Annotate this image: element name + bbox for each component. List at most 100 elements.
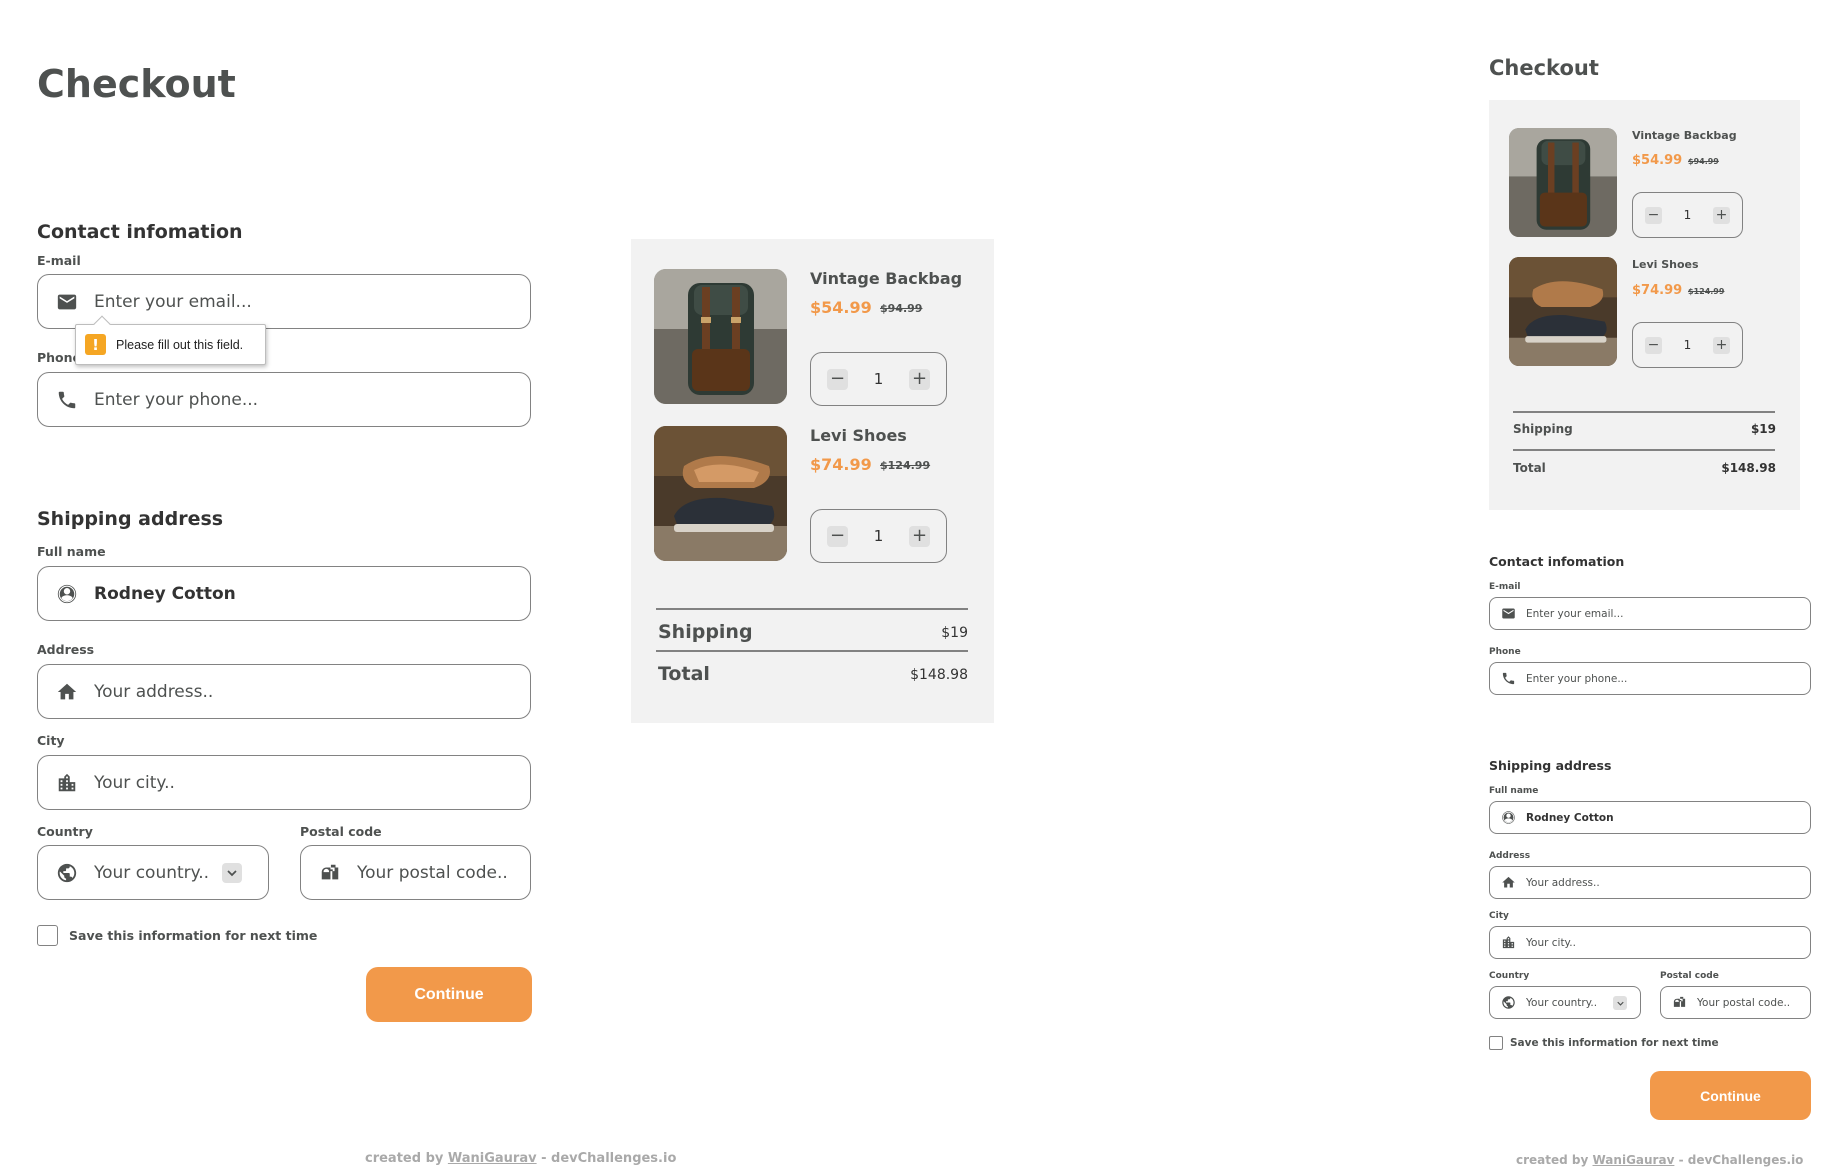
fullname-field-mobile[interactable]: Rodney Cotton: [1489, 801, 1811, 834]
item-price: $74.99: [810, 455, 872, 474]
country-label: Country: [37, 824, 93, 839]
minus-icon[interactable]: −: [1645, 336, 1662, 354]
chevron-down-icon[interactable]: [222, 863, 242, 883]
footer-credit-mobile: created by WaniGaurav - devChallenges.io: [1516, 1153, 1803, 1167]
total-label: Total: [658, 663, 710, 685]
validation-message: Please fill out this field.: [116, 337, 244, 352]
address-label: Address: [1489, 851, 1531, 861]
city-field[interactable]: Your city..: [37, 755, 531, 810]
item-name: Vintage Backbag: [810, 269, 963, 288]
email-label: E-mail: [37, 253, 81, 268]
total-value: $148.98: [910, 667, 968, 683]
quantity-value: 1: [1683, 208, 1692, 222]
item-price: $74.99: [1632, 283, 1683, 298]
email-field-mobile[interactable]: Enter your email...: [1489, 597, 1811, 630]
continue-button[interactable]: Continue: [366, 967, 532, 1022]
divider: [656, 650, 968, 652]
country-select[interactable]: Your country..: [37, 845, 269, 900]
account-circle-icon: [1501, 810, 1516, 825]
total-label: Total: [1513, 461, 1546, 475]
item-old-price: $94.99: [880, 302, 923, 315]
city-placeholder: Your city..: [1526, 936, 1576, 949]
minus-icon[interactable]: −: [827, 368, 848, 390]
total-value: $148.98: [1721, 461, 1776, 475]
quantity-value: 1: [873, 527, 884, 545]
item-price: $54.99: [1632, 153, 1683, 168]
country-placeholder: Your country..: [1526, 996, 1598, 1009]
warning-icon: !: [85, 334, 106, 355]
credit-prefix: created by: [1516, 1153, 1593, 1167]
shipping-value: $19: [941, 625, 968, 641]
mailbox-icon: [319, 862, 341, 884]
globe-icon: [1501, 995, 1516, 1010]
divider: [656, 608, 968, 610]
mail-icon: [56, 291, 78, 313]
minus-icon[interactable]: −: [827, 525, 848, 547]
quantity-stepper: − 1 +: [1632, 192, 1743, 238]
email-field[interactable]: Enter your email...: [37, 274, 531, 329]
postal-code-field[interactable]: Your postal code..: [300, 845, 531, 900]
save-info-checkbox[interactable]: [37, 925, 58, 946]
address-field-mobile[interactable]: Your address..: [1489, 866, 1811, 899]
phone-icon: [56, 389, 78, 411]
globe-icon: [56, 862, 78, 884]
quantity-value: 1: [1683, 338, 1692, 352]
validation-tooltip: ! Please fill out this field.: [75, 315, 266, 365]
credit-suffix: - devChallenges.io: [1674, 1153, 1804, 1167]
fullname-field[interactable]: Rodney Cotton: [37, 566, 531, 621]
city-field-mobile[interactable]: Your city..: [1489, 926, 1811, 959]
quantity-stepper: − 1 +: [1632, 322, 1743, 368]
shipping-label: Shipping: [1513, 422, 1573, 436]
plus-icon[interactable]: +: [908, 525, 930, 547]
plus-icon[interactable]: +: [1712, 336, 1730, 354]
page-title-mobile: Checkout: [1489, 56, 1599, 80]
plus-icon[interactable]: +: [908, 368, 930, 390]
mailbox-icon: [1672, 995, 1687, 1010]
cart-summary-mobile: Vintage Backbag $54.99 $94.99 − 1 + Levi…: [1489, 100, 1800, 510]
postal-code-field-mobile[interactable]: Your postal code..: [1660, 986, 1811, 1019]
credit-prefix: created by: [365, 1151, 448, 1166]
item-name: Levi Shoes: [1632, 258, 1699, 271]
location-city-icon: [56, 772, 78, 794]
cart-summary: Vintage Backbag $54.99 $94.99 − 1 + Levi…: [631, 239, 994, 723]
shipping-label: Shipping: [658, 621, 753, 643]
address-placeholder: Your address..: [94, 681, 214, 702]
quantity-stepper: − 1 +: [810, 509, 947, 563]
home-icon: [1501, 875, 1516, 890]
phone-field-mobile[interactable]: Enter your phone...: [1489, 662, 1811, 695]
address-placeholder: Your address..: [1526, 876, 1600, 889]
phone-icon: [1501, 671, 1516, 686]
phone-field[interactable]: Enter your phone...: [37, 372, 531, 427]
shoes-image: [654, 426, 787, 561]
country-select-mobile[interactable]: Your country..: [1489, 986, 1641, 1019]
minus-icon[interactable]: −: [1645, 206, 1662, 224]
phone-placeholder: Enter your phone...: [1526, 672, 1628, 685]
backpack-image: [654, 269, 787, 404]
postal-placeholder: Your postal code..: [1697, 996, 1791, 1009]
country-label: Country: [1489, 971, 1530, 981]
item-old-price: $94.99: [1688, 157, 1719, 166]
contact-heading-mobile: Contact infomation: [1489, 554, 1625, 569]
author-link[interactable]: WaniGaurav: [448, 1151, 537, 1166]
quantity-value: 1: [873, 370, 884, 388]
country-placeholder: Your country..: [94, 862, 210, 883]
chevron-down-icon[interactable]: [1613, 996, 1627, 1010]
save-info-checkbox-mobile[interactable]: [1489, 1036, 1503, 1050]
credit-suffix: - devChallenges.io: [536, 1151, 677, 1166]
phone-placeholder: Enter your phone...: [94, 389, 259, 410]
item-old-price: $124.99: [1688, 287, 1725, 296]
location-city-icon: [1501, 935, 1516, 950]
email-label: E-mail: [1489, 582, 1521, 592]
address-label: Address: [37, 642, 95, 657]
author-link[interactable]: WaniGaurav: [1593, 1153, 1675, 1167]
address-field[interactable]: Your address..: [37, 664, 531, 719]
item-price: $54.99: [810, 298, 872, 317]
fullname-value: Rodney Cotton: [1526, 811, 1614, 824]
continue-button-mobile[interactable]: Continue: [1650, 1071, 1811, 1120]
shipping-heading: Shipping address: [37, 508, 224, 530]
shipping-heading-mobile: Shipping address: [1489, 758, 1612, 773]
plus-icon[interactable]: +: [1712, 206, 1730, 224]
backpack-image: [1509, 128, 1617, 237]
city-placeholder: Your city..: [94, 772, 175, 793]
fullname-label: Full name: [37, 544, 106, 559]
